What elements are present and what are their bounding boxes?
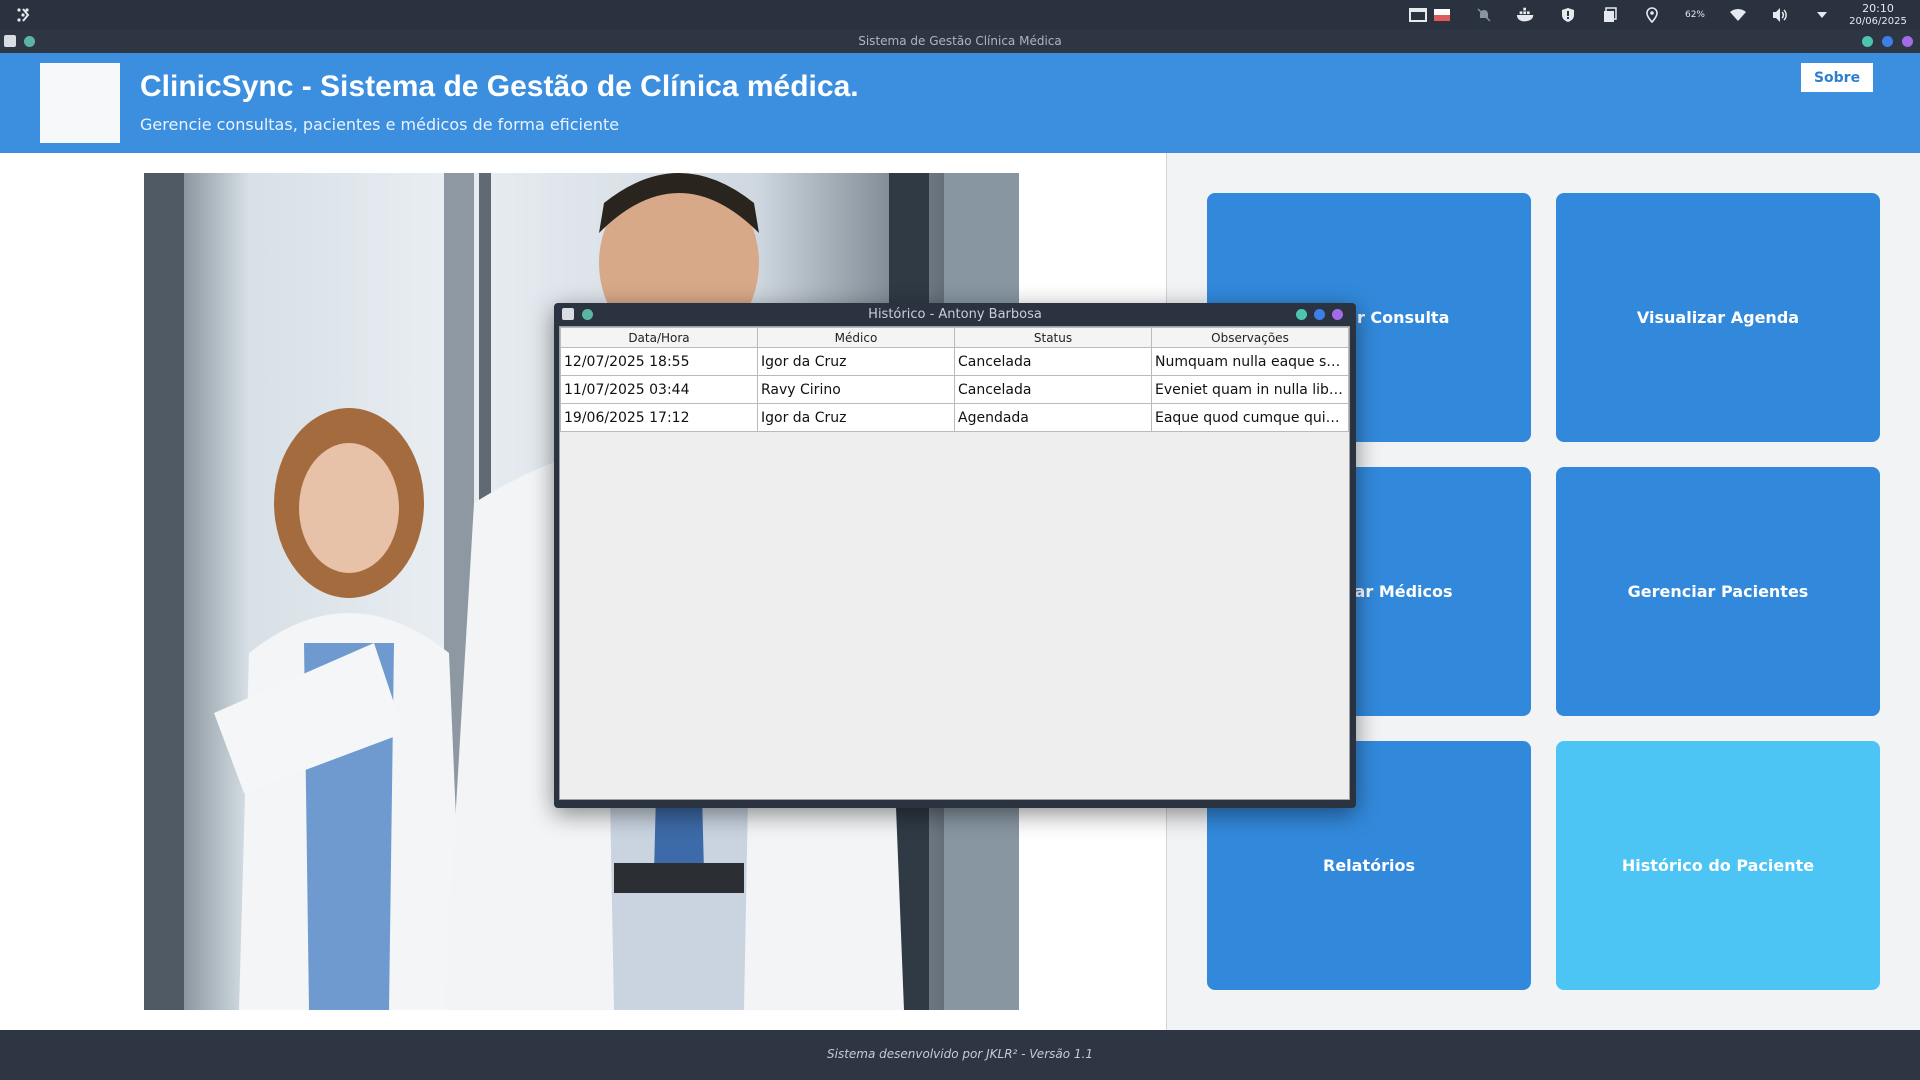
cell-notes[interactable]: Eveniet quam in nulla liber... bbox=[1151, 375, 1349, 404]
clipboard-icon[interactable] bbox=[1600, 5, 1620, 25]
app-launcher-icon[interactable] bbox=[14, 6, 32, 24]
column-header-doctor[interactable]: Médico bbox=[757, 327, 955, 348]
screen-icon[interactable] bbox=[1408, 5, 1428, 25]
window-title: Sistema de Gestão Clínica Médica bbox=[858, 34, 1062, 48]
tile-label: Gerenciar Pacientes bbox=[1627, 582, 1809, 601]
column-header-notes[interactable]: Observações bbox=[1151, 327, 1349, 348]
cell-datetime[interactable]: 12/07/2025 18:55 bbox=[560, 347, 758, 376]
volume-icon[interactable] bbox=[1770, 5, 1790, 25]
cell-datetime[interactable]: 11/07/2025 03:44 bbox=[560, 375, 758, 404]
minimize-button[interactable] bbox=[1862, 36, 1873, 47]
history-table-area: Data/Hora Médico Status Observações 12/0… bbox=[559, 326, 1350, 800]
bell-off-icon[interactable] bbox=[1474, 5, 1494, 25]
docker-icon[interactable] bbox=[1516, 5, 1536, 25]
window-title-bar: Sistema de Gestão Clínica Médica bbox=[0, 30, 1920, 53]
footer: Sistema desenvolvido por JKLR² - Versão … bbox=[0, 1030, 1920, 1080]
table-header-row: Data/Hora Médico Status Observações bbox=[560, 327, 1349, 348]
app-logo bbox=[40, 63, 120, 143]
cell-doctor[interactable]: Igor da Cruz bbox=[757, 403, 955, 432]
app-subtitle: Gerencie consultas, pacientes e médicos … bbox=[140, 115, 620, 134]
flag-icon[interactable] bbox=[1432, 5, 1452, 25]
dialog-close-button[interactable] bbox=[1332, 309, 1343, 320]
location-icon[interactable] bbox=[1642, 5, 1662, 25]
cell-datetime[interactable]: 19/06/2025 17:12 bbox=[560, 403, 758, 432]
manage-patients-button[interactable]: Gerenciar Pacientes bbox=[1556, 467, 1880, 716]
close-button[interactable] bbox=[1902, 36, 1913, 47]
column-header-datetime[interactable]: Data/Hora bbox=[560, 327, 758, 348]
wifi-icon[interactable] bbox=[1728, 5, 1748, 25]
app-title: ClinicSync - Sistema de Gestão de Clínic… bbox=[140, 70, 859, 103]
tile-label: Relatórios bbox=[1323, 856, 1415, 875]
cell-notes[interactable]: Eaque quod cumque quia ... bbox=[1151, 403, 1349, 432]
battery-label: 62% bbox=[1684, 10, 1705, 20]
clock-time: 20:10 bbox=[1862, 2, 1894, 15]
column-header-status[interactable]: Status bbox=[954, 327, 1152, 348]
history-table: Data/Hora Médico Status Observações 12/0… bbox=[560, 327, 1349, 432]
clock-date: 20/06/2025 bbox=[1849, 16, 1907, 27]
tile-label: Histórico do Paciente bbox=[1621, 856, 1815, 875]
about-button[interactable]: Sobre bbox=[1801, 63, 1873, 92]
tile-label: Visualizar Agenda bbox=[1636, 308, 1800, 327]
shield-icon[interactable] bbox=[1558, 5, 1578, 25]
dialog-title-bar: Histórico - Antony Barbosa bbox=[554, 303, 1356, 325]
battery-icon[interactable]: 62% bbox=[1684, 5, 1706, 25]
clock[interactable]: 20:10 20/06/2025 bbox=[1848, 2, 1908, 28]
footer-text: Sistema desenvolvido por JKLR² - Versão … bbox=[827, 1047, 1093, 1061]
patient-history-button[interactable]: Histórico do Paciente bbox=[1556, 741, 1880, 990]
system-tray: 62% bbox=[1408, 4, 1832, 26]
app-header: ClinicSync - Sistema de Gestão de Clínic… bbox=[0, 53, 1920, 153]
table-row[interactable]: 19/06/2025 17:12 Igor da Cruz Agendada E… bbox=[560, 403, 1349, 432]
cell-notes[interactable]: Numquam nulla eaque sol... bbox=[1151, 347, 1349, 376]
view-agenda-button[interactable]: Visualizar Agenda bbox=[1556, 193, 1880, 442]
system-top-bar: 62% 20:10 20/06/2025 bbox=[0, 0, 1920, 30]
cell-status[interactable]: Cancelada bbox=[954, 347, 1152, 376]
chevron-down-icon[interactable] bbox=[1812, 5, 1832, 25]
cell-doctor[interactable]: Igor da Cruz bbox=[757, 347, 955, 376]
dialog-minimize-button[interactable] bbox=[1296, 309, 1307, 320]
maximize-button[interactable] bbox=[1882, 36, 1893, 47]
dialog-title: Histórico - Antony Barbosa bbox=[868, 307, 1042, 322]
table-row[interactable]: 12/07/2025 18:55 Igor da Cruz Cancelada … bbox=[560, 347, 1349, 376]
cell-status[interactable]: Agendada bbox=[954, 403, 1152, 432]
dialog-maximize-button[interactable] bbox=[1314, 309, 1325, 320]
cell-doctor[interactable]: Ravy Cirino bbox=[757, 375, 955, 404]
cell-status[interactable]: Cancelada bbox=[954, 375, 1152, 404]
table-row[interactable]: 11/07/2025 03:44 Ravy Cirino Cancelada E… bbox=[560, 375, 1349, 404]
history-dialog: Histórico - Antony Barbosa Data/Hora Méd… bbox=[554, 303, 1356, 808]
